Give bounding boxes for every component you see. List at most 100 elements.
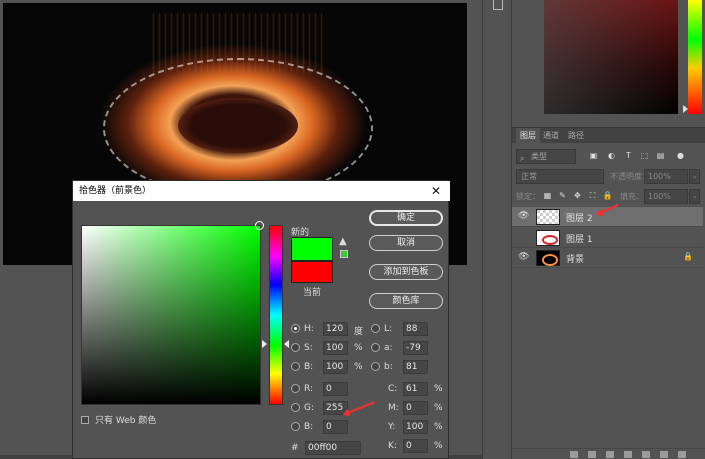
adjustment-filter-icon[interactable]: ◐ [607,151,616,160]
field-label-a: a: [384,343,393,353]
tab-paths[interactable]: 路径 [564,128,588,144]
field-label-blue: B: [304,422,314,432]
blend-mode-row: 正常 不透明度： 100% ⌄ [514,169,702,185]
blend-mode-select[interactable]: 正常 [516,169,604,184]
ok-button[interactable]: 确定 [369,210,443,226]
lock-all-icon[interactable]: 🔒 [602,190,613,201]
layer-thumbnail [536,250,560,266]
color-libraries-button[interactable]: 颜色库 [369,293,443,309]
layer-style-icon[interactable] [588,451,596,458]
cancel-button[interactable]: 取消 [369,235,443,251]
group-icon[interactable] [642,451,650,458]
lock-image-icon[interactable]: ✎ [557,190,568,201]
annotation-arrow [344,401,376,415]
radio-h[interactable] [291,324,300,333]
fill-label: 填充： [620,192,644,201]
new-layer-icon[interactable] [660,451,668,458]
layer-thumbnail [536,209,560,225]
layers-panel-footer [512,448,705,459]
hue-slider-left-handle-icon[interactable] [262,340,267,348]
hue-input[interactable]: 120 [323,322,348,336]
opacity-input[interactable]: 100% [644,169,688,184]
lab-b-input[interactable]: 81 [403,360,428,374]
layer-filter-row: ⌕ 类型 ▣ ◐ T ⬚ ▤ ● [514,148,702,166]
checkbox-icon[interactable] [81,416,89,424]
filter-toggle-icon[interactable]: ● [676,151,685,160]
black-input[interactable]: 0 [403,439,428,453]
layer-name[interactable]: 图层 2 [566,211,593,224]
brightness-input[interactable]: 100 [323,360,348,374]
magenta-input[interactable]: 0 [403,401,428,415]
hue-slider-right-handle-icon[interactable] [284,340,289,348]
field-label-l: L: [384,324,393,334]
layer-mask-icon[interactable] [606,451,614,458]
fill-dropdown-icon[interactable]: ⌄ [689,189,700,204]
red-input[interactable]: 0 [323,382,348,396]
radio-brightness[interactable] [291,362,300,371]
lock-artboard-icon[interactable]: ⛶ [587,190,598,201]
visibility-toggle-off[interactable] [519,233,528,242]
history-panel-icon[interactable] [493,0,503,10]
current-color-label: 当前 [303,288,322,298]
cyan-input[interactable]: 61 [403,382,428,396]
radio-lab-b[interactable] [371,362,380,371]
field-label-r: R: [304,384,314,394]
color-picker-marker[interactable] [255,221,264,230]
lock-transparent-icon[interactable]: ▦ [542,190,553,201]
layer-name[interactable]: 背景 [566,252,584,265]
web-safe-swatch[interactable] [340,250,348,258]
saturation-brightness-field[interactable] [81,225,261,405]
image-filter-icon[interactable]: ▣ [589,151,598,160]
field-label-lab-b: b: [384,362,393,372]
layer-name[interactable]: 图层 1 [566,232,593,245]
blue-input[interactable]: 0 [323,420,348,434]
yellow-input[interactable]: 100 [403,420,428,434]
add-to-swatches-button[interactable]: 添加到色板 [369,264,443,280]
lock-position-icon[interactable]: ✥ [572,190,583,201]
text-filter-icon[interactable]: T [624,151,633,160]
radio-l[interactable] [371,324,380,333]
tab-channels[interactable]: 通道 [539,128,563,144]
current-color-swatch[interactable] [291,261,333,283]
fill-input[interactable]: 100% [644,189,688,204]
hue-slider[interactable] [269,225,283,405]
radio-g[interactable] [291,403,300,412]
radio-s[interactable] [291,343,300,352]
eye-icon[interactable]: 👁 [518,212,529,221]
selection-marquee [103,58,373,198]
close-icon[interactable]: ✕ [430,181,442,201]
field-label-brightness: B: [304,362,314,372]
black-unit: % [434,441,443,451]
magenta-unit: % [434,403,443,413]
cyan-unit: % [434,384,443,394]
out-of-gamut-warning-icon[interactable]: ▲ [339,236,347,247]
saturation-input[interactable]: 100 [323,341,348,355]
web-only-label: 只有 Web 颜色 [95,416,157,426]
eye-icon[interactable]: 👁 [518,253,529,262]
color-panel-hue-strip[interactable] [688,0,702,114]
lab-a-input[interactable]: -79 [403,341,428,355]
opacity-dropdown-icon[interactable]: ⌄ [689,169,700,184]
link-layers-icon[interactable] [570,451,578,458]
layer-filter-select[interactable]: ⌕ 类型 [516,149,576,164]
lightness-input[interactable]: 88 [403,322,428,336]
hue-unit: 度 [354,327,364,337]
lock-icon: 🔒 [683,252,693,261]
adjustment-layer-icon[interactable] [624,451,632,458]
hex-input[interactable]: 00ff00 [305,441,361,455]
radio-blue[interactable] [291,422,300,431]
search-icon: ⌕ [520,154,525,163]
color-panel-field[interactable] [544,0,678,114]
web-only-checkbox[interactable]: 只有 Web 颜色 [81,413,156,426]
smart-object-filter-icon[interactable]: ▤ [656,151,665,160]
dialog-title: 拾色器（前景色） [73,181,450,201]
shape-filter-icon[interactable]: ⬚ [640,151,649,160]
radio-r[interactable] [291,384,300,393]
field-label-h: H: [304,324,314,334]
layer-row-background[interactable]: 👁 背景 🔒 [512,248,703,268]
layer-row-layer-1[interactable]: 图层 1 [512,228,703,248]
delete-layer-icon[interactable] [678,451,686,458]
radio-a[interactable] [371,343,380,352]
hue-caret-icon [683,105,688,113]
tab-layers[interactable]: 图层 [516,128,540,144]
